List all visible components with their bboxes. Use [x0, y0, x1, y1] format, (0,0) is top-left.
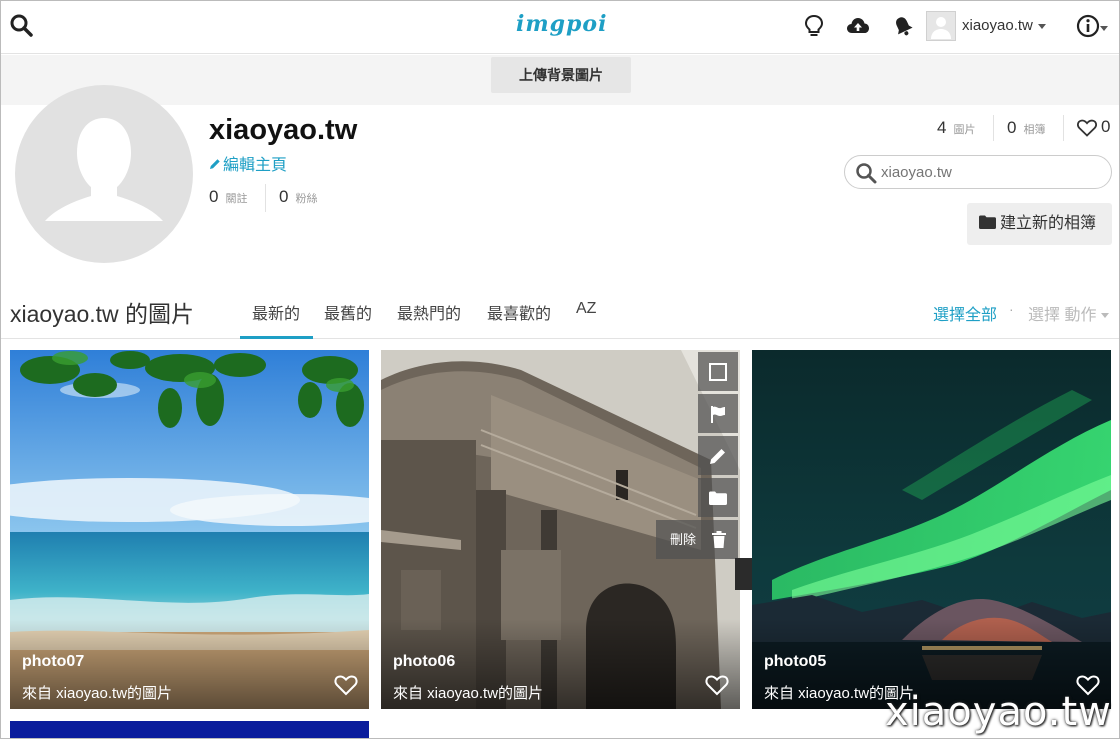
create-album-label: 建立新的相簿 — [1000, 215, 1097, 232]
user-menu[interactable]: xiaoyao.tw — [962, 17, 1046, 34]
images-count: 4 — [937, 118, 947, 137]
photo-card[interactable]: 刪除 photo06 來自 xiaoyao.tw的圖片 — [381, 350, 740, 709]
lightbulb-icon[interactable] — [801, 13, 827, 39]
profile-search-box — [844, 155, 1112, 189]
heart-icon[interactable] — [1077, 119, 1097, 137]
pencil-icon — [210, 159, 220, 169]
trash-icon — [712, 531, 726, 548]
albums-count: 0 — [1007, 118, 1017, 137]
delete-label: 刪除 — [670, 532, 697, 547]
photo-card-partial[interactable] — [10, 721, 369, 738]
images-label: 圖片 — [953, 124, 976, 136]
images-stat[interactable]: 4 圖片 — [937, 118, 975, 138]
select-all-link[interactable]: 選擇全部 — [933, 301, 997, 325]
search-icon[interactable] — [855, 162, 877, 184]
chevron-down-icon — [1101, 313, 1110, 319]
profile-name: xiaoyao.tw — [209, 114, 358, 146]
photo-title[interactable]: photo06 — [393, 653, 455, 671]
user-silhouette-icon — [931, 17, 951, 39]
tab-az[interactable]: AZ — [576, 300, 596, 318]
user-avatar[interactable] — [926, 11, 956, 41]
albums-stat[interactable]: 0 相簿 — [1007, 118, 1045, 138]
info-icon[interactable] — [1075, 13, 1101, 39]
folder-icon — [979, 215, 996, 229]
edit-profile-label: 編輯主頁 — [223, 157, 288, 174]
select-action-label: 選擇 動作 — [1028, 307, 1097, 324]
photo-title[interactable]: photo07 — [22, 653, 84, 671]
top-nav: imgpoi xiaoyao.tw — [1, 1, 1119, 54]
search-icon[interactable] — [9, 13, 35, 39]
tab-favorites[interactable]: 最喜歡的 — [487, 300, 551, 324]
section-divider — [1, 338, 1119, 339]
followers-stat[interactable]: 0 粉絲 — [279, 187, 317, 207]
gallery-title: xiaoyao.tw 的圖片 — [10, 301, 195, 327]
active-tab-indicator — [240, 336, 313, 339]
profile-avatar[interactable] — [15, 85, 193, 263]
profile-search-input[interactable] — [881, 162, 1101, 182]
albums-label: 相簿 — [1023, 124, 1046, 136]
folder-icon — [709, 491, 727, 505]
edit-button[interactable] — [698, 436, 738, 475]
followers-label: 粉絲 — [295, 193, 318, 205]
following-stat[interactable]: 0 關註 — [209, 187, 247, 207]
followers-count: 0 — [279, 187, 289, 206]
photo-source[interactable]: 來自 xiaoyao.tw的圖片 — [22, 682, 172, 703]
checkbox-icon — [709, 363, 727, 381]
user-name-label: xiaoyao.tw — [962, 17, 1033, 34]
user-silhouette-icon — [45, 118, 163, 221]
heart-icon[interactable] — [705, 674, 729, 696]
divider — [993, 115, 994, 141]
select-action-dropdown[interactable]: 選擇 動作 — [1028, 301, 1110, 325]
following-label: 關註 — [225, 193, 248, 205]
move-to-album-button[interactable] — [698, 478, 738, 517]
heart-icon[interactable] — [334, 674, 358, 696]
divider — [1063, 115, 1064, 141]
chevron-down-icon — [1037, 23, 1046, 29]
photo-card[interactable]: photo07 來自 xiaoyao.tw的圖片 — [10, 350, 369, 709]
site-logo[interactable]: imgpoi — [516, 11, 607, 37]
flag-icon — [711, 406, 725, 423]
tab-newest[interactable]: 最新的 — [252, 300, 300, 324]
tab-popular[interactable]: 最熱門的 — [397, 300, 461, 324]
photo-card[interactable]: photo05 來自 xiaoyao.tw的圖片 — [752, 350, 1111, 709]
watermark: xiaoyao.tw — [885, 689, 1112, 735]
following-count: 0 — [209, 187, 219, 206]
cloud-upload-icon[interactable] — [845, 13, 871, 39]
report-button[interactable] — [698, 394, 738, 433]
photo-title[interactable]: photo05 — [764, 653, 826, 671]
pencil-icon — [710, 449, 725, 464]
edit-profile-link[interactable]: 編輯主頁 — [209, 151, 287, 175]
separator-dot: · — [1009, 301, 1014, 317]
likes-count: 0 — [1101, 117, 1111, 136]
create-album-button[interactable]: 建立新的相簿 — [967, 203, 1112, 245]
tab-oldest[interactable]: 最舊的 — [324, 300, 372, 324]
info-chevron-down-icon[interactable] — [1100, 26, 1108, 31]
delete-button[interactable]: 刪除 — [656, 520, 738, 559]
upload-background-button[interactable]: 上傳背景圖片 — [491, 57, 631, 93]
select-checkbox[interactable] — [698, 352, 738, 391]
photo-source[interactable]: 來自 xiaoyao.tw的圖片 — [393, 682, 543, 703]
bell-icon[interactable] — [890, 13, 916, 39]
page: imgpoi xiaoyao.tw 上傳背景圖片 xiaoyao.tw 編輯主頁… — [0, 0, 1120, 739]
divider — [265, 184, 266, 212]
